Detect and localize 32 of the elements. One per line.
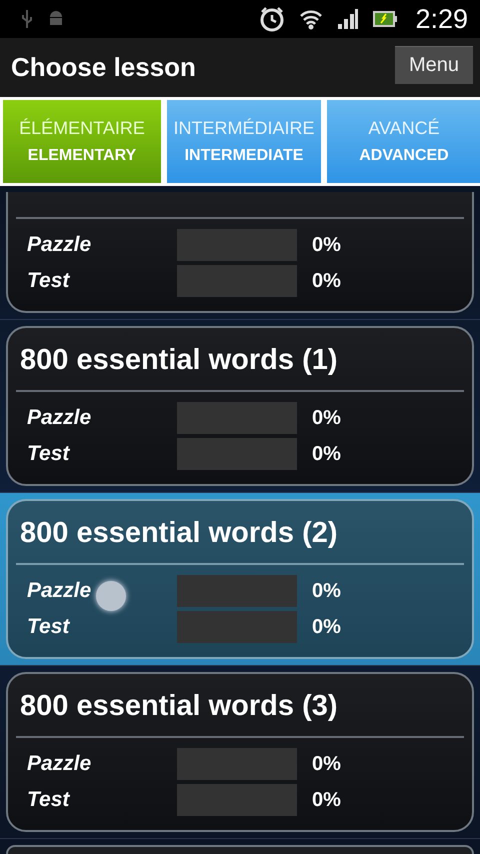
lesson-title: 800 essential words (3) bbox=[19, 689, 339, 724]
usb-icon bbox=[20, 9, 34, 29]
exercise-label: Test bbox=[27, 615, 70, 638]
exercise-label: Pazzle bbox=[27, 752, 92, 775]
progress-percent: 0% bbox=[312, 752, 341, 776]
lesson-card[interactable]: 800 essential words (3) Pazzle 0% Test 0% bbox=[6, 672, 474, 832]
wifi-icon bbox=[299, 8, 324, 30]
lesson-card[interactable]: Pazzle 0% Test 0% bbox=[6, 192, 474, 313]
exercise-label: Pazzle bbox=[27, 579, 92, 602]
exercise-label: Test bbox=[27, 269, 70, 292]
touch-indicator-icon bbox=[96, 581, 126, 611]
progress-percent: 0% bbox=[312, 406, 341, 430]
lesson-card[interactable]: 800 essential words (2) Pazzle 0% Test 0% bbox=[6, 499, 474, 659]
lesson-card[interactable]: 800 essential words (1) Pazzle 0% Test 0% bbox=[6, 326, 474, 486]
progress-percent: 0% bbox=[312, 442, 341, 466]
progress-percent: 0% bbox=[312, 580, 341, 602]
progress-percent: 0% bbox=[312, 788, 341, 812]
screen-title: Choose lesson bbox=[11, 52, 196, 83]
progress-percent: 0% bbox=[312, 234, 341, 256]
exercise-label: Test bbox=[27, 442, 70, 465]
alarm-clock-icon bbox=[259, 6, 286, 32]
menu-button[interactable]: Menu bbox=[394, 46, 473, 84]
lesson-title: 800 essential words (2) bbox=[19, 516, 339, 551]
lesson-title: 800 essential words (1) bbox=[19, 343, 339, 378]
progress-percent: 0% bbox=[312, 616, 341, 638]
exercise-label: Pazzle bbox=[27, 233, 92, 256]
clock-time: 2:29 bbox=[415, 4, 468, 34]
progress-percent: 0% bbox=[312, 270, 341, 292]
exercise-label: Pazzle bbox=[27, 406, 92, 429]
signal-icon bbox=[337, 8, 360, 30]
battery-charging-icon bbox=[373, 10, 398, 28]
exercise-label: Test bbox=[27, 788, 70, 811]
